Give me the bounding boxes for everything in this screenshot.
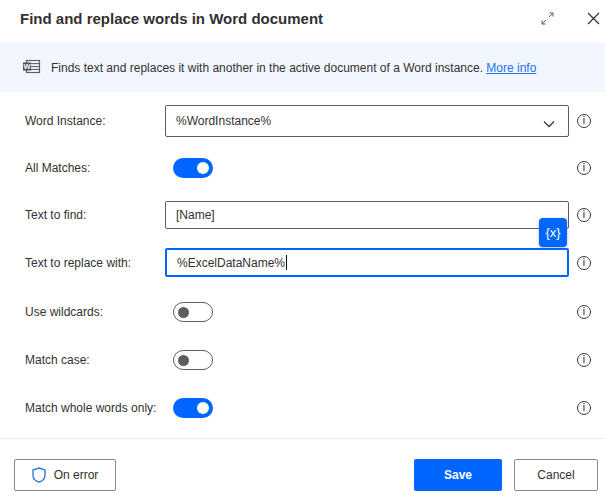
text-to-replace-label: Text to replace with:: [25, 256, 131, 270]
word-document-icon: W: [22, 57, 42, 80]
toggle-knob: [178, 355, 189, 366]
match-whole-words-label: Match whole words only:: [25, 401, 156, 415]
info-icon-word-instance[interactable]: i: [577, 114, 591, 128]
text-to-replace-input[interactable]: %ExcelDataName%: [165, 248, 569, 277]
close-button[interactable]: [586, 11, 602, 27]
match-whole-words-toggle[interactable]: [173, 398, 213, 418]
info-icon-text-to-replace[interactable]: i: [577, 256, 591, 270]
toggle-knob: [197, 162, 209, 174]
text-cursor: [286, 255, 287, 270]
use-wildcards-label: Use wildcards:: [25, 305, 103, 319]
on-error-button[interactable]: On error: [14, 459, 116, 491]
cancel-button[interactable]: Cancel: [514, 459, 598, 491]
info-icon-match-whole-words[interactable]: i: [577, 401, 591, 415]
word-instance-value: %WordInstance%: [176, 114, 271, 128]
word-instance-label: Word Instance:: [25, 114, 105, 128]
word-instance-combobox[interactable]: %WordInstance%: [165, 105, 569, 137]
text-to-find-input[interactable]: [Name]: [165, 201, 569, 229]
on-error-label: On error: [54, 468, 99, 482]
action-description: Finds text and replaces it with another …: [51, 61, 536, 75]
text-to-find-value: [Name]: [176, 208, 215, 222]
footer-divider: [0, 438, 605, 439]
svg-text:W: W: [23, 62, 31, 71]
info-icon-match-case[interactable]: i: [577, 353, 591, 367]
dialog-title: Find and replace words in Word document: [20, 10, 323, 27]
more-info-link[interactable]: More info: [486, 61, 536, 75]
chevron-down-icon: [543, 117, 555, 131]
text-to-replace-value: %ExcelDataName%: [177, 256, 285, 270]
toggle-knob: [178, 307, 189, 318]
all-matches-label: All Matches:: [25, 161, 90, 175]
expand-icon: [540, 11, 555, 26]
expand-dialog-button[interactable]: [540, 11, 556, 27]
info-icon-text-to-find[interactable]: i: [577, 208, 591, 222]
action-description-banner: W Finds text and replaces it with anothe…: [0, 43, 605, 92]
all-matches-toggle[interactable]: [173, 158, 213, 178]
text-to-find-label: Text to find:: [25, 208, 86, 222]
match-case-toggle[interactable]: [173, 350, 213, 370]
info-icon-use-wildcards[interactable]: i: [577, 305, 591, 319]
info-icon-all-matches[interactable]: i: [577, 161, 591, 175]
close-icon: [586, 11, 601, 26]
variable-picker-button[interactable]: {x}: [539, 218, 567, 247]
toggle-knob: [197, 402, 209, 414]
use-wildcards-toggle[interactable]: [173, 302, 213, 322]
shield-icon: [32, 467, 46, 483]
match-case-label: Match case:: [25, 353, 90, 367]
save-button[interactable]: Save: [414, 459, 502, 491]
find-replace-dialog: Find and replace words in Word document …: [0, 0, 605, 500]
